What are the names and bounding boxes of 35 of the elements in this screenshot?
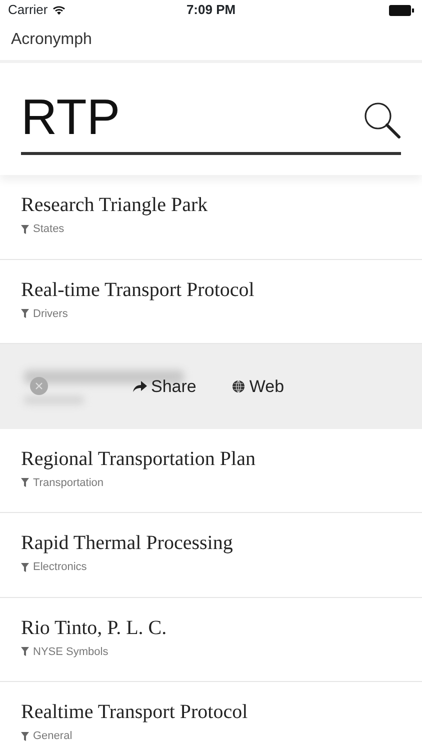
carrier-text: Carrier xyxy=(8,1,48,20)
filter-icon xyxy=(21,309,29,318)
app-title: Acronymph xyxy=(11,30,92,50)
category-text: Transportation xyxy=(33,476,104,490)
filter-icon xyxy=(21,478,29,488)
result-row[interactable]: Rio Tinto, P. L. C. NYSE Symbols xyxy=(0,598,422,682)
category-text: Drivers xyxy=(33,306,68,322)
time-text: 7:09 PM xyxy=(186,1,236,20)
filter-icon xyxy=(21,224,29,234)
share-icon xyxy=(133,380,147,392)
filter-icon xyxy=(21,562,29,572)
category-text: NYSE Symbols xyxy=(33,644,108,660)
battery-icon xyxy=(389,4,414,16)
result-row[interactable]: Realtime Transport Protocol General xyxy=(0,682,422,750)
web-button[interactable]: Web xyxy=(232,374,284,399)
category-text: General xyxy=(33,729,72,744)
result-title: Real-time Transport Protocol xyxy=(21,278,256,302)
result-title: Rapid Thermal Processing xyxy=(21,531,234,555)
close-icon xyxy=(35,382,43,390)
search-field[interactable]: RTP xyxy=(21,81,401,155)
result-row[interactable]: Research Triangle Park States xyxy=(0,175,422,260)
result-row[interactable]: Rapid Thermal Processing Electronics xyxy=(0,513,422,598)
result-title: Research Triangle Park xyxy=(21,193,209,217)
filter-icon xyxy=(21,732,29,741)
filter-icon xyxy=(21,647,29,656)
search-icon[interactable] xyxy=(363,101,401,139)
share-button[interactable]: Share xyxy=(133,374,196,399)
wifi-icon xyxy=(52,5,66,15)
result-title: Regional Transportation Plan xyxy=(21,446,256,470)
globe-icon xyxy=(232,380,246,393)
category-text: States xyxy=(33,222,64,237)
result-row[interactable]: Regional Transportation Plan Transportation xyxy=(0,428,422,513)
category-text: Electronics xyxy=(33,560,87,575)
result-title: Realtime Transport Protocol xyxy=(21,700,249,724)
result-title: Rio Tinto, P. L. C. xyxy=(21,616,168,640)
